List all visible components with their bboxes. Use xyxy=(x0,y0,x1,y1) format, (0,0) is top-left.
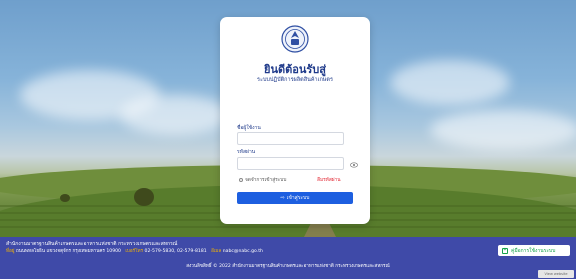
remember-me-radio[interactable] xyxy=(239,178,243,182)
system-name: ระบบปฏิบัติการผลิตสินค้าเกษตร xyxy=(257,77,333,83)
footer-copyright: สงวนลิขสิทธิ์ © 2022 สำนักงานมาตรฐานสินค… xyxy=(186,264,390,269)
password-label: รหัสผ่าน xyxy=(237,149,256,155)
login-button-label: เข้าสู่ระบบ xyxy=(286,195,310,201)
email-key: อีเมล xyxy=(211,249,222,254)
address-key: ที่อยู่ xyxy=(6,249,15,254)
agency-seal-logo xyxy=(281,25,309,53)
username-label: ชื่อผู้ใช้งาน xyxy=(237,125,261,131)
username-input[interactable] xyxy=(237,132,344,145)
user-manual-label: คู่มือการใช้งานระบบ xyxy=(511,247,556,254)
user-manual-button[interactable]: + คู่มือการใช้งานระบบ xyxy=(498,245,570,256)
footer-org-name: สำนักงานมาตรฐานสินค้าเกษตรและอาหารแห่งชา… xyxy=(6,241,178,247)
phone-value: 02-579-5830, 02-579-8181 xyxy=(144,249,207,254)
login-button[interactable]: ⇨ เข้าสู่ระบบ xyxy=(237,192,353,204)
view-website-badge[interactable]: View website xyxy=(538,270,574,278)
footer: สำนักงานมาตรฐานสินค้าเกษตรและอาหารแห่งชา… xyxy=(0,237,576,279)
login-arrow-icon: ⇨ xyxy=(280,195,285,201)
document-icon: + xyxy=(502,247,508,254)
show-password-icon[interactable] xyxy=(350,161,358,169)
phone-key: เบอร์โทร xyxy=(125,249,144,254)
login-card: ยินดีต้อนรับสู่ ระบบปฏิบัติการผลิตสินค้า… xyxy=(220,17,370,224)
address-value: ถนนพหลโยธิน แขวงจตุจักร กรุงเทพมหานคร 10… xyxy=(15,249,121,254)
remember-me-label: จดจำการเข้าสู่ระบบ xyxy=(245,178,287,183)
forgot-password-link[interactable]: ลืมรหัสผ่าน xyxy=(317,176,341,184)
email-link[interactable]: nabc@nabc.go.th xyxy=(223,249,263,254)
footer-contact: ที่อยู่ ถนนพหลโยธิน แขวงจตุจักร กรุงเทพม… xyxy=(6,248,263,255)
remember-me-option[interactable]: จดจำการเข้าสู่ระบบ xyxy=(239,176,286,184)
password-input[interactable] xyxy=(237,157,344,170)
